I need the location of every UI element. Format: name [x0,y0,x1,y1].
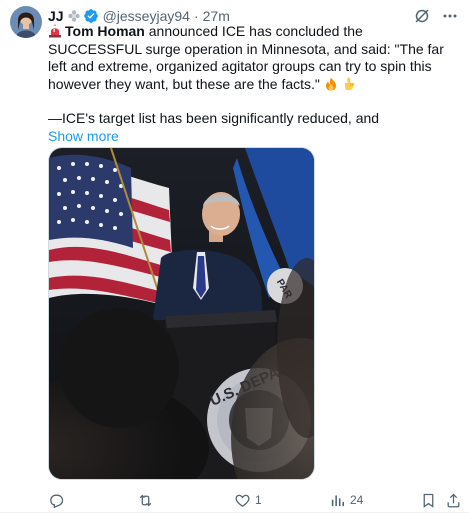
mention-name: Tom Homan [65,23,145,39]
reply-button[interactable] [48,492,69,509]
retweet-button[interactable] [137,492,158,509]
flower-emoji [67,9,81,23]
like-button[interactable]: 1 [234,492,262,509]
retweet-icon [139,494,152,506]
views-icon [331,495,345,506]
tweet[interactable]: JJ @jesseyjay94 · 27m Tom Homan announce… [0,0,469,513]
point-down-emoji [342,77,356,91]
reply-icon [50,494,64,508]
bookmark-button[interactable] [420,492,437,509]
siren-emoji [48,24,62,38]
views-count: 24 [350,493,364,507]
photo-podium-speaker: U.S. DEPAR PAR [49,148,314,479]
tweet-image[interactable]: U.S. DEPAR PAR [48,147,315,480]
verified-badge-icon[interactable] [83,8,99,24]
tweet-text-part2: —ICE's target list has been significantl… [48,110,380,126]
share-icon [447,493,460,507]
separator-dot: · [193,8,199,24]
like-count: 1 [255,493,262,507]
show-more-link[interactable]: Show more [48,128,460,146]
share-button[interactable] [445,492,462,509]
bookmark-icon [423,493,434,508]
tweet-text: Tom Homan announced ICE has concluded th… [48,23,460,145]
like-icon [235,494,250,507]
author-handle[interactable]: @jesseyjay94 [103,8,190,24]
views-button[interactable]: 24 [329,492,363,509]
author-name[interactable]: JJ [48,8,64,24]
timestamp[interactable]: 27m [203,8,230,24]
avatar[interactable] [10,6,42,38]
action-bar: 1 24 [48,490,460,510]
fire-emoji [324,77,338,91]
